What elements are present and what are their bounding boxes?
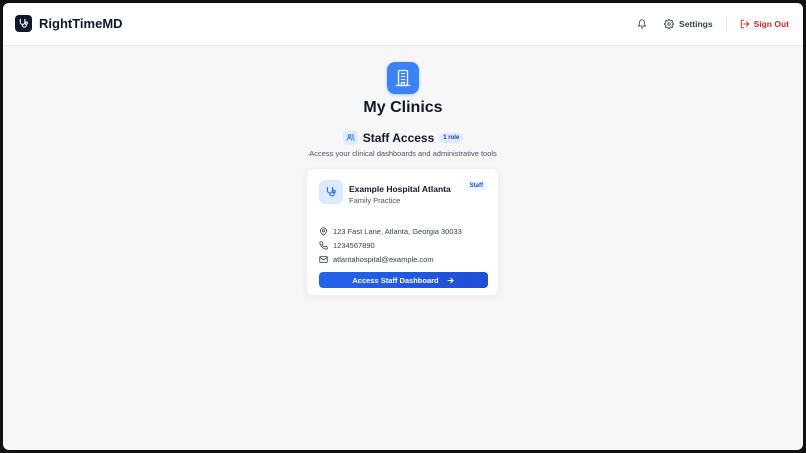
access-staff-dashboard-button[interactable]: Access Staff Dashboard [319, 272, 488, 288]
role-count-badge: 1 role [439, 132, 464, 143]
clinic-name: Example Hospital Atlanta [349, 184, 451, 194]
brand[interactable]: RightTimeMD [15, 15, 123, 32]
mail-icon [319, 255, 328, 264]
page-title: My Clinics [363, 99, 443, 116]
sign-out-label: Sign Out [753, 19, 789, 29]
clinic-card: Example Hospital Atlanta Family Practice… [306, 168, 499, 296]
top-nav-bar: RightTimeMD Settings Sign Out [3, 3, 803, 46]
stethoscope-icon [15, 15, 32, 32]
settings-label: Settings [679, 19, 713, 29]
email-text: atlantahospital@example.com [333, 255, 434, 264]
section-title: Staff Access [362, 130, 435, 145]
section-subtitle: Access your clinical dashboards and admi… [309, 149, 497, 158]
sign-out-button[interactable]: Sign Out [740, 19, 789, 29]
header-divider [725, 17, 727, 31]
header-actions: Settings Sign Out [634, 16, 789, 32]
logout-icon [740, 19, 750, 29]
brand-name: RightTimeMD [39, 16, 123, 31]
app-window: RightTimeMD Settings Sign Out My Clinics… [3, 3, 803, 450]
staff-badge: Staff [465, 181, 487, 191]
section-header: Staff Access 1 role [3, 130, 803, 145]
clinic-phone: 1234567890 [319, 241, 375, 250]
phone-text: 1234567890 [333, 241, 375, 250]
gear-icon [664, 19, 675, 29]
stethoscope-icon [319, 180, 343, 204]
phone-icon [319, 241, 328, 250]
cta-label: Access Staff Dashboard [352, 275, 439, 285]
clinic-specialty: Family Practice [349, 196, 401, 205]
building-icon [387, 62, 419, 94]
bell-icon[interactable] [634, 16, 650, 32]
users-icon [342, 130, 358, 145]
map-pin-icon [319, 227, 328, 236]
address-text: 123 Fast Lane, Atlanta, Georgia 30033 [333, 227, 462, 236]
settings-button[interactable]: Settings [664, 19, 713, 29]
arrow-right-icon [446, 276, 455, 285]
clinic-address: 123 Fast Lane, Atlanta, Georgia 30033 [319, 227, 462, 236]
clinic-email: atlantahospital@example.com [319, 255, 434, 264]
